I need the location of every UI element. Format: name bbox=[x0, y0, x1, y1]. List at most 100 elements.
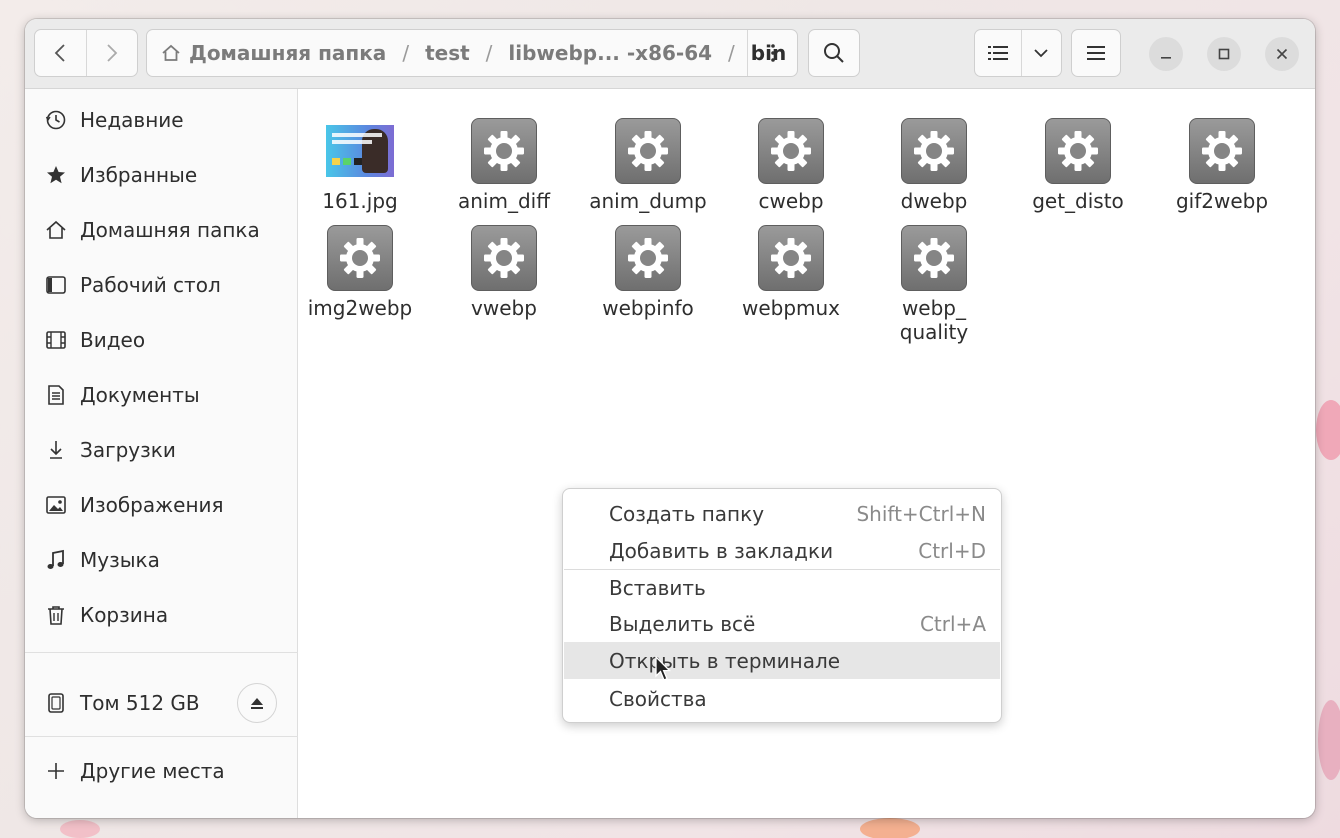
menu-item-shortcut: Ctrl+D bbox=[918, 538, 986, 563]
file-name-label: webpinfo bbox=[602, 296, 694, 320]
menu-item-paste[interactable]: Вставить bbox=[564, 569, 1000, 606]
gear-icon bbox=[1044, 117, 1112, 185]
sidebar-item-label: Избранные bbox=[80, 163, 198, 187]
eject-icon bbox=[251, 698, 263, 709]
search-icon bbox=[824, 43, 844, 63]
sidebar-item-videos[interactable]: Видео bbox=[25, 316, 298, 364]
breadcrumb-test[interactable]: test bbox=[425, 41, 470, 65]
gear-icon bbox=[470, 224, 538, 292]
sidebar-item-volume[interactable]: Том 512 GB bbox=[25, 679, 298, 727]
sidebar-item-home[interactable]: Домашняя папка bbox=[25, 206, 298, 254]
gear-icon bbox=[757, 224, 825, 292]
view-dropdown-button[interactable] bbox=[1022, 30, 1061, 76]
file-item-image[interactable]: 161.jpg bbox=[295, 117, 425, 213]
path-bar: Домашняя папка / test / libwebp... -x86-… bbox=[146, 29, 798, 77]
close-icon bbox=[1276, 48, 1288, 60]
menu-item-add-bookmark[interactable]: Добавить в закладки Ctrl+D bbox=[564, 532, 1000, 569]
file-item-executable[interactable]: cwebp bbox=[726, 117, 856, 213]
background-petal bbox=[860, 818, 920, 838]
file-item-executable[interactable]: webpinfo bbox=[583, 224, 713, 320]
sidebar-item-desktop[interactable]: Рабочий стол bbox=[25, 261, 298, 309]
file-item-executable[interactable]: webpmux bbox=[726, 224, 856, 320]
vertical-dots-icon bbox=[770, 44, 775, 62]
chevron-left-icon bbox=[55, 44, 66, 62]
file-item-executable[interactable]: gif2webp bbox=[1157, 117, 1287, 213]
gear-icon bbox=[900, 224, 968, 292]
sidebar-item-label: Том 512 GB bbox=[80, 691, 200, 715]
home-icon bbox=[162, 44, 180, 61]
sidebar-item-trash[interactable]: Корзина bbox=[25, 591, 298, 639]
path-menu-button[interactable] bbox=[747, 30, 797, 76]
file-name-label: vwebp bbox=[471, 296, 537, 320]
sidebar-item-label: Другие места bbox=[80, 759, 225, 783]
menu-item-label: Вставить bbox=[609, 575, 706, 600]
main-menu-button[interactable] bbox=[1071, 29, 1121, 77]
chevron-down-icon bbox=[1034, 49, 1049, 58]
close-button[interactable] bbox=[1265, 37, 1299, 71]
menu-item-label: Открыть в терминале bbox=[609, 648, 841, 673]
sidebar-item-label: Корзина bbox=[80, 603, 169, 627]
file-item-executable[interactable]: get_disto bbox=[1013, 117, 1143, 213]
video-icon bbox=[43, 327, 69, 353]
file-name-label: cwebp bbox=[758, 189, 824, 213]
background-petal bbox=[1318, 700, 1340, 780]
maximize-button[interactable] bbox=[1207, 37, 1241, 71]
sidebar-item-music[interactable]: Музыка bbox=[25, 536, 298, 584]
gear-icon bbox=[614, 117, 682, 185]
file-name-label: anim_dump bbox=[589, 189, 707, 213]
sidebar-item-pictures[interactable]: Изображения bbox=[25, 481, 298, 529]
trash-icon bbox=[43, 602, 69, 628]
gear-icon bbox=[326, 224, 394, 292]
file-name-label: webpmux bbox=[741, 296, 841, 320]
minimize-button[interactable] bbox=[1149, 37, 1183, 71]
eject-button[interactable] bbox=[237, 683, 277, 723]
sidebar-item-starred[interactable]: Избранные bbox=[25, 151, 298, 199]
sidebar-divider bbox=[25, 652, 298, 653]
sidebar-item-label: Видео bbox=[80, 328, 146, 352]
sidebar: Недавние Избранные Домашняя папка Рабочи… bbox=[25, 89, 298, 818]
image-icon bbox=[43, 492, 69, 518]
menu-item-new-folder[interactable]: Создать папку Shift+Ctrl+N bbox=[564, 495, 1000, 532]
menu-item-select-all[interactable]: Выделить всё Ctrl+A bbox=[564, 605, 1000, 642]
file-item-executable[interactable]: webp_ quality bbox=[869, 224, 999, 344]
sidebar-item-other-locations[interactable]: Другие места bbox=[25, 747, 298, 795]
file-item-executable[interactable]: img2webp bbox=[295, 224, 425, 320]
minimize-icon bbox=[1161, 57, 1171, 59]
breadcrumb-libwebp[interactable]: libwebp... -x86-64 bbox=[508, 41, 712, 65]
file-name-label: webp_ quality bbox=[899, 296, 969, 344]
list-view-icon bbox=[987, 46, 1008, 60]
back-button[interactable] bbox=[35, 30, 86, 76]
sidebar-item-downloads[interactable]: Загрузки bbox=[25, 426, 298, 474]
sidebar-item-label: Музыка bbox=[80, 548, 160, 572]
search-button[interactable] bbox=[808, 29, 860, 77]
breadcrumb-home[interactable]: Домашняя папка bbox=[189, 41, 386, 65]
sidebar-item-label: Рабочий стол bbox=[80, 273, 221, 297]
file-item-executable[interactable]: vwebp bbox=[439, 224, 569, 320]
sidebar-item-recent[interactable]: Недавние bbox=[25, 96, 298, 144]
file-item-executable[interactable]: anim_diff bbox=[439, 117, 569, 213]
menu-item-properties[interactable]: Свойства bbox=[564, 680, 1000, 717]
file-name-label: dwebp bbox=[900, 189, 968, 213]
maximize-icon bbox=[1218, 48, 1230, 60]
list-view-button[interactable] bbox=[975, 30, 1022, 76]
hamburger-menu-icon bbox=[1087, 46, 1105, 60]
background-petal bbox=[1316, 400, 1340, 460]
gear-icon bbox=[757, 117, 825, 185]
sidebar-item-documents[interactable]: Документы bbox=[25, 371, 298, 419]
gear-icon bbox=[1188, 117, 1256, 185]
drive-icon bbox=[43, 690, 69, 716]
file-item-executable[interactable]: dwebp bbox=[869, 117, 999, 213]
background-petal bbox=[60, 820, 100, 838]
context-menu: Создать папку Shift+Ctrl+N Добавить в за… bbox=[562, 488, 1002, 723]
file-name-label: 161.jpg bbox=[322, 189, 398, 213]
menu-item-label: Создать папку bbox=[609, 501, 765, 526]
sidebar-item-label: Недавние bbox=[80, 108, 184, 132]
menu-item-open-in-terminal[interactable]: Открыть в терминале bbox=[564, 642, 1000, 679]
sidebar-item-label: Загрузки bbox=[80, 438, 176, 462]
clock-icon bbox=[43, 107, 69, 133]
file-item-executable[interactable]: anim_dump bbox=[583, 117, 713, 213]
gear-icon bbox=[614, 224, 682, 292]
forward-button[interactable] bbox=[85, 30, 137, 76]
view-options-group bbox=[974, 29, 1062, 77]
menu-item-label: Добавить в закладки bbox=[609, 538, 834, 563]
